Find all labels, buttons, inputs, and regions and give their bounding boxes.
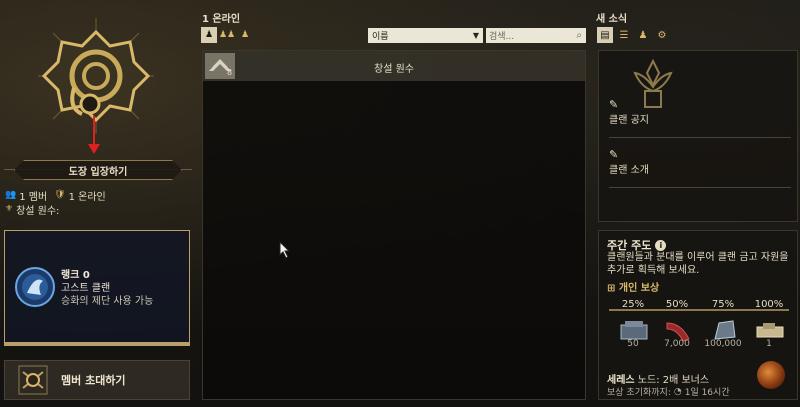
news-divider: [609, 187, 791, 188]
reset-timer: 보상 초기화까지: ◔ 1일 16시간: [607, 385, 730, 399]
online-count: 1 온라인: [68, 191, 106, 203]
news-tab-members[interactable]: ♟: [635, 27, 651, 43]
ghost-clan-rank-icon: [15, 267, 55, 307]
single-person-icon: ♟: [204, 30, 214, 40]
invite-icon: [18, 365, 48, 395]
tier-reward-value: 100,000: [704, 339, 742, 349]
info-icon[interactable]: i: [655, 239, 667, 251]
reset-label: 보상 초기화까지:: [607, 388, 671, 398]
list-icon: ☰: [619, 29, 629, 41]
search-input[interactable]: 검색... ⌕: [486, 28, 586, 43]
founder-icon: ⚜: [5, 204, 14, 214]
news-divider: [609, 137, 791, 138]
member-list: 8 창설 원수: [202, 50, 586, 400]
weekly-initiative-panel: 주간 주도 i 클랜원들과 분대를 이루어 클랜 금고 자원을 추가로 획득해 …: [598, 230, 798, 400]
enter-dojo-label: 도장 입장하기: [68, 166, 128, 178]
online-title: 1 온라인: [202, 14, 241, 25]
rank-title: 랭크 0: [61, 270, 90, 281]
invite-member-label: 멤버 초대하기: [61, 374, 126, 387]
member-role: 창설 원수: [374, 64, 414, 75]
search-icon: ⌕: [576, 30, 582, 41]
weekly-description: 클랜원들과 분대를 이루어 클랜 금고 자원을 추가로 획득해 보세요.: [607, 252, 789, 276]
news-item-notice[interactable]: ✎ 클랜 공지: [609, 98, 649, 127]
personal-reward-heading: ⊞ 개인 보상: [607, 279, 659, 294]
reward-progress-track: [609, 309, 789, 311]
ceres-planet-icon: [757, 361, 785, 389]
pending-person-icon: ♟: [240, 30, 250, 40]
enter-dojo-button[interactable]: 도장 입장하기: [14, 160, 182, 180]
news-panel-column: 새 소식 ▤ ☰ ♟ ⚙ ✎ 클랜 공지 ✎ 클랜 소개 주간 주도 i 클랜원…: [596, 0, 800, 407]
red-arrow-icon: [88, 116, 100, 154]
news-title: 새 소식: [596, 14, 628, 25]
news-item-intro[interactable]: ✎ 클랜 소개: [609, 148, 649, 177]
clan-rank-card: 랭크 0 고스트 클랜 승화의 제단 사용 가능: [4, 230, 190, 346]
node-bonus: 세레스 노드: 2배 보너스: [607, 371, 709, 386]
filter-pending-tab[interactable]: ♟: [237, 27, 253, 43]
sort-dropdown[interactable]: 이름 ▼: [368, 28, 483, 43]
news-tab-settings[interactable]: ⚙: [654, 27, 670, 43]
news-tab-notices[interactable]: ▤: [597, 27, 613, 43]
news-item-intro-label: 클랜 소개: [609, 165, 649, 176]
members-count: 1 멤버: [19, 191, 48, 203]
reset-time: 1일 16시간: [684, 388, 730, 398]
filter-online-tab[interactable]: ♟: [201, 27, 217, 43]
edit-pen-icon: ✎: [609, 148, 619, 161]
member-list-panel: 1 온라인 ♟ ♟♟ ♟ 이름 ▼ 검색... ⌕ 8 창설 원수: [200, 0, 588, 407]
member-filter-tabs: ♟ ♟♟ ♟: [201, 27, 253, 43]
invite-member-button[interactable]: 멤버 초대하기: [4, 360, 190, 400]
tier-reward-value: 50: [627, 339, 639, 349]
news-tab-list[interactable]: ☰: [616, 27, 632, 43]
news-content: ✎ 클랜 공지 ✎ 클랜 소개: [598, 50, 798, 222]
document-icon: ▤: [600, 29, 610, 41]
clan-stats: 👥 1 멤버 🛡 1 온라인 ⚜ 창설 원수:: [5, 188, 106, 217]
tier-reward-value: 1: [766, 339, 772, 349]
news-tabs: ▤ ☰ ♟ ⚙: [597, 27, 670, 43]
person-icon: ♟: [638, 29, 648, 41]
group-person-icon: ♟♟: [218, 30, 236, 40]
clock-icon: ◔: [673, 386, 682, 397]
left-column: 도장 입장하기 👥 1 멤버 🛡 1 온라인 ⚜ 창설 원수: 랭크 0 고스트…: [0, 0, 195, 407]
news-item-notice-label: 클랜 공지: [609, 115, 649, 126]
members-icon: 👥: [5, 190, 17, 200]
rank-description: 승화의 제단 사용 가능: [61, 296, 154, 307]
filter-all-tab[interactable]: ♟♟: [219, 27, 235, 43]
personal-reward-label: 개인 보상: [618, 283, 660, 294]
founder-label: 창설 원수:: [16, 205, 60, 217]
clan-type: 고스트 클랜: [61, 283, 111, 294]
settings-icon: ⚙: [657, 29, 667, 41]
dropdown-arrow-icon: ▼: [472, 31, 479, 40]
tier-reward-value: 7,000: [664, 339, 690, 349]
sort-selected: 이름: [372, 32, 389, 42]
edit-pen-icon: ✎: [609, 98, 619, 111]
mouse-cursor-icon: [279, 241, 291, 259]
reward-gift-icon: ⊞: [607, 283, 616, 294]
online-check-icon: 🛡: [54, 190, 66, 200]
search-placeholder: 검색...: [489, 32, 515, 42]
member-row[interactable]: 8 창설 원수: [203, 51, 585, 81]
